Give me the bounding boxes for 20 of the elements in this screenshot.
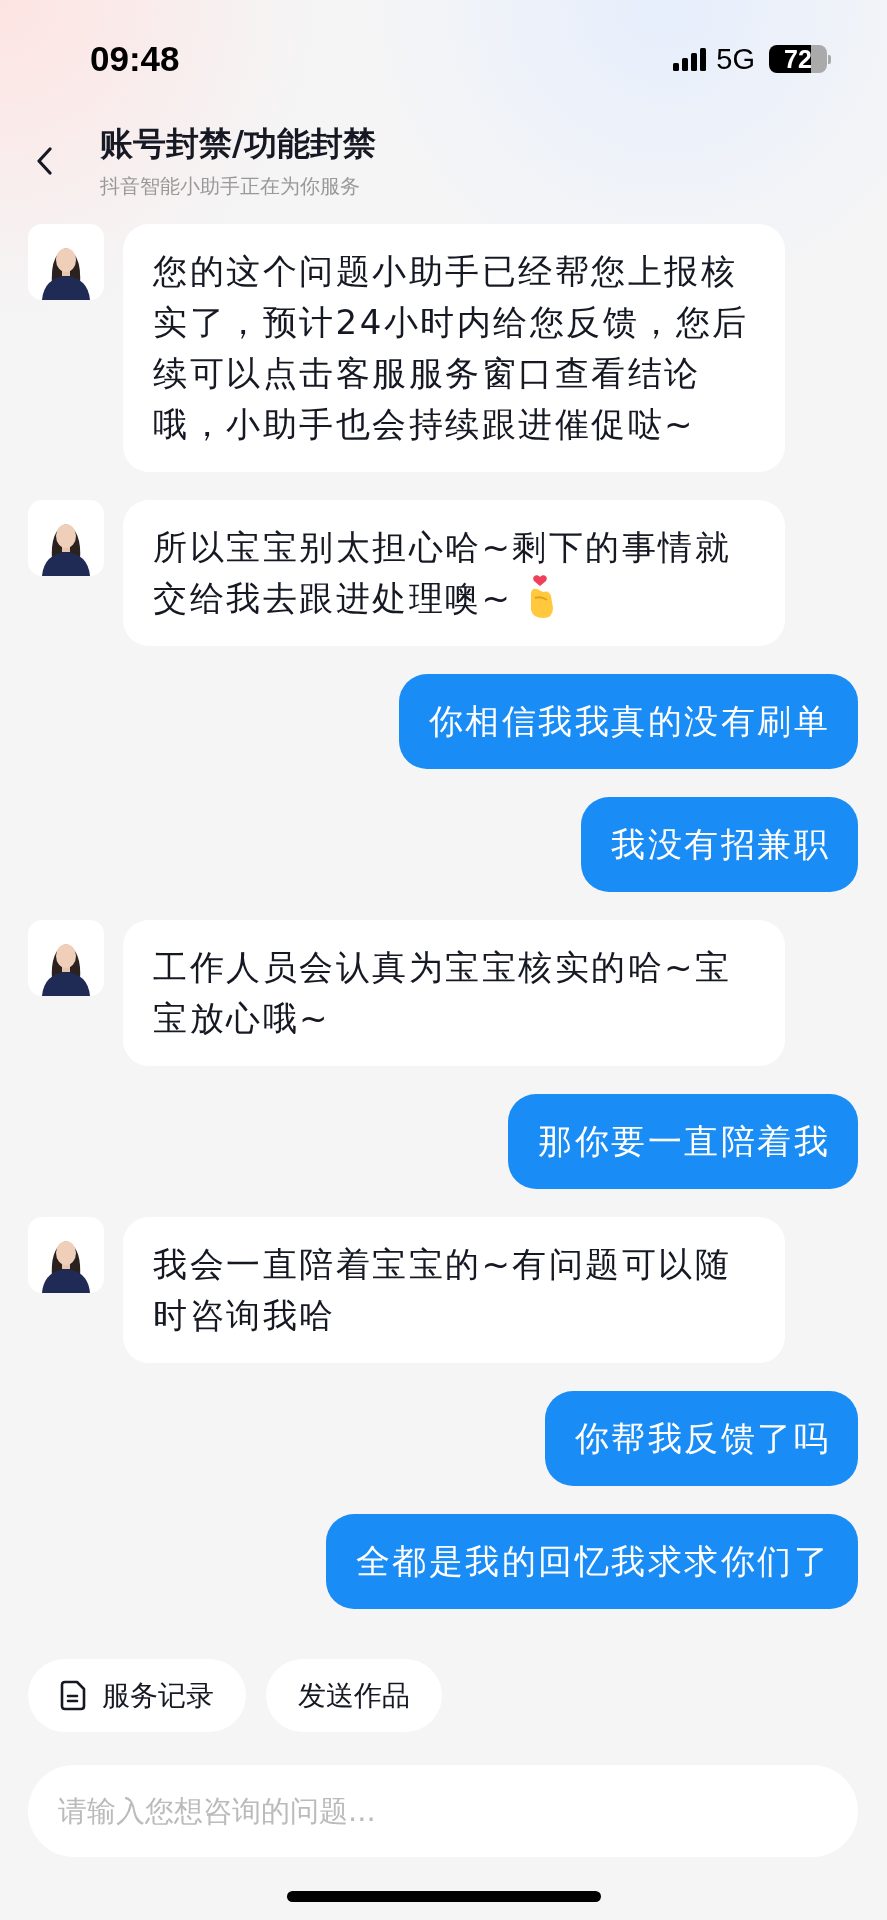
message-bubble: 全都是我的回忆我求求你们了 bbox=[325, 1514, 858, 1609]
clock-time: 09:48 bbox=[90, 39, 180, 79]
message-bubble: 工作人员会认真为宝宝核实的哈~宝宝放心哦~ bbox=[123, 920, 785, 1066]
quick-action-button[interactable]: 服务记录 bbox=[28, 1659, 246, 1732]
message-bubble: 我没有招兼职 bbox=[581, 797, 858, 892]
network-label: 5G bbox=[716, 42, 755, 76]
message-bubble: 你帮我反馈了吗 bbox=[544, 1391, 858, 1486]
message-bubble: 我会一直陪着宝宝的~有问题可以随时咨询我哈 bbox=[123, 1217, 785, 1363]
signal-icon bbox=[673, 47, 707, 71]
quick-action-button[interactable]: 发送作品 bbox=[266, 1659, 442, 1732]
message-bubble: 您的这个问题小助手已经帮您上报核实了，预计24小时内给您反馈，您后续可以点击客服服务窗口查看结论哦，小助手也会持续跟进催促哒~ bbox=[123, 224, 785, 472]
chat-title: 账号封禁/功能封禁 bbox=[100, 123, 377, 165]
battery-icon: 72 bbox=[769, 45, 827, 73]
message-bubble: 你相信我我真的没有刷单 bbox=[398, 674, 858, 769]
chat-subtitle: 抖音智能小助手正在为你服务 bbox=[100, 173, 361, 200]
message-input-field[interactable]: 请输入您想咨询的问题... bbox=[28, 1765, 858, 1857]
message-bubble: 所以宝宝别太担心哈~剩下的事情就交给我去跟进处理噢~ bbox=[123, 500, 785, 646]
document-icon bbox=[60, 1680, 86, 1711]
back-icon bbox=[36, 147, 54, 175]
message-bubble: 那你要一直陪着我 bbox=[508, 1094, 858, 1189]
